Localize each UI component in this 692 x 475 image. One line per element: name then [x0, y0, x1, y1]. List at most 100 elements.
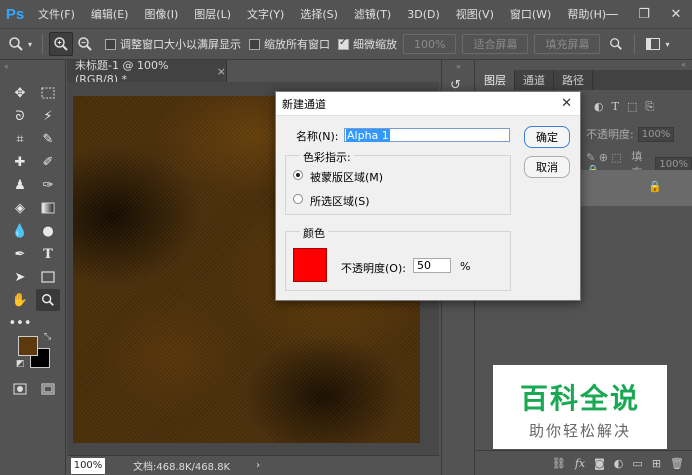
- fit-screen-button[interactable]: 适合屏幕: [462, 34, 529, 54]
- blur-tool-icon[interactable]: 💧: [8, 220, 32, 242]
- document-size-info[interactable]: 文档:468.8K/468.8K: [133, 458, 230, 473]
- menu-file[interactable]: 文件(F): [30, 6, 83, 22]
- path-selection-tool-icon[interactable]: ➤: [8, 266, 32, 288]
- filter-smart-object-icon[interactable]: ⎘: [645, 100, 654, 114]
- new-channel-dialog: 新建通道 ✕ 名称(N): Alpha 1 确定 取消 色彩指示: 被蒙版区域(…: [275, 91, 581, 301]
- menu-view[interactable]: 视图(V): [448, 6, 502, 22]
- menu-3d[interactable]: 3D(D): [399, 8, 448, 21]
- lasso-tool-icon[interactable]: ᘐ: [8, 105, 32, 127]
- resize-windows-checkbox[interactable]: [105, 38, 117, 50]
- percent-label: %: [460, 260, 471, 273]
- watermark: 百科全说 助你轻松解决: [493, 365, 667, 449]
- document-tab[interactable]: 未标题-1 @ 100%(RGB/8) * ×: [67, 59, 227, 86]
- mask-icon[interactable]: ◙: [594, 457, 605, 470]
- menu-filter[interactable]: 滤镜(T): [346, 6, 399, 22]
- filter-type-icon[interactable]: T: [612, 100, 619, 114]
- history-brush-tool-icon[interactable]: ✑: [36, 174, 60, 196]
- eraser-tool-icon[interactable]: ◈: [8, 197, 32, 219]
- search-icon[interactable]: [604, 32, 628, 56]
- collapse-icon[interactable]: «: [4, 62, 9, 71]
- dodge-tool-icon[interactable]: ●: [36, 220, 60, 242]
- rectangle-tool-icon[interactable]: [36, 266, 60, 288]
- watermark-title: 百科全说: [519, 382, 640, 415]
- zoom-tool-preset-icon[interactable]: [4, 32, 28, 56]
- menu-window[interactable]: 窗口(W): [502, 6, 559, 22]
- hand-tool-icon[interactable]: ✋: [8, 289, 32, 311]
- zoom-100-button[interactable]: 100%: [403, 34, 457, 54]
- scrubby-zoom-checkbox[interactable]: [338, 37, 350, 50]
- color-group-label: 颜色: [300, 225, 328, 241]
- menu-image[interactable]: 图像(I): [136, 6, 186, 22]
- swap-colors-icon[interactable]: ⤡: [44, 332, 51, 342]
- healing-brush-tool-icon[interactable]: ✚: [8, 151, 32, 173]
- cancel-button[interactable]: 取消: [524, 156, 570, 178]
- filter-adjustment-icon[interactable]: ◐: [594, 100, 604, 114]
- restore-button[interactable]: ❐: [628, 0, 660, 28]
- quick-mask-icon[interactable]: [8, 378, 32, 400]
- opacity-field[interactable]: 100%: [637, 126, 675, 142]
- masked-areas-radio[interactable]: [293, 170, 303, 180]
- fx-icon[interactable]: fx: [575, 457, 585, 470]
- new-layer-icon[interactable]: ⊞: [652, 457, 661, 470]
- tab-layers[interactable]: 图层: [476, 70, 515, 90]
- screen-mode-icon[interactable]: [36, 378, 60, 400]
- opacity-input[interactable]: 50: [413, 258, 451, 273]
- trash-icon[interactable]: 🗑: [670, 457, 684, 470]
- close-tab-icon[interactable]: ×: [217, 65, 226, 78]
- marquee-tool-icon[interactable]: [36, 82, 60, 104]
- status-menu-arrow-icon[interactable]: ›: [256, 460, 260, 471]
- filter-shape-icon[interactable]: ⬚: [627, 100, 637, 114]
- layer-filter-icons: ◐ T ⬚ ⎘: [594, 100, 654, 114]
- group-icon[interactable]: ▭: [632, 457, 642, 470]
- collapse-panel-icon[interactable]: «: [681, 60, 686, 69]
- tools-panel: « ✥ ᘐ ⚡ ⌗ ✎ ✚ ✐ ♟ ✑ ◈ 💧 ● ✒ T ➤ ✋ ••• ⤡ …: [0, 60, 66, 475]
- brush-tool-icon[interactable]: ✐: [36, 151, 60, 173]
- channel-color-swatch[interactable]: [293, 248, 327, 282]
- menu-type[interactable]: 文字(Y): [239, 6, 292, 22]
- close-button[interactable]: ✕: [660, 0, 692, 28]
- zoom-out-icon[interactable]: [73, 32, 97, 56]
- opacity-label: 不透明度:: [586, 128, 634, 141]
- opacity-row: 不透明度: 100%: [586, 126, 675, 142]
- move-tool-icon[interactable]: ✥: [8, 82, 32, 104]
- menu-edit[interactable]: 编辑(E): [83, 6, 137, 22]
- tab-channels[interactable]: 通道: [515, 70, 554, 90]
- default-colors-icon[interactable]: ◩: [16, 359, 25, 369]
- link-icon[interactable]: ⛓: [552, 457, 566, 470]
- adjustment-icon[interactable]: ◐: [614, 457, 624, 470]
- preset-dropdown-arrow-icon[interactable]: ▾: [28, 40, 32, 49]
- foreground-color-swatch[interactable]: [18, 336, 38, 356]
- masked-areas-label: 被蒙版区域(M): [310, 171, 384, 184]
- more-tools-icon[interactable]: •••: [8, 312, 32, 334]
- magic-wand-tool-icon[interactable]: ⚡: [36, 105, 60, 127]
- expand-panels-icon[interactable]: »: [456, 62, 461, 71]
- zoom-level-field[interactable]: 100%: [71, 457, 105, 474]
- selected-areas-label: 所选区域(S): [310, 195, 370, 208]
- menu-select[interactable]: 选择(S): [292, 6, 346, 22]
- dialog-close-icon[interactable]: ✕: [561, 96, 572, 111]
- selected-areas-radio[interactable]: [293, 194, 303, 204]
- menu-layer[interactable]: 图层(L): [186, 6, 239, 22]
- channel-name-input[interactable]: Alpha 1: [344, 128, 510, 142]
- separator: [634, 34, 636, 54]
- color-indicates-label: 色彩指示:: [300, 149, 354, 165]
- watermark-subtitle: 助你轻松解决: [528, 422, 631, 440]
- lock-icon: 🔒: [648, 180, 662, 193]
- workspace-dropdown-arrow-icon[interactable]: ▾: [665, 40, 669, 49]
- eyedropper-tool-icon[interactable]: ✎: [36, 128, 60, 150]
- type-tool-icon[interactable]: T: [36, 243, 60, 265]
- clone-stamp-tool-icon[interactable]: ♟: [8, 174, 32, 196]
- zoom-tool-icon[interactable]: [36, 289, 60, 311]
- gradient-tool-icon[interactable]: [36, 197, 60, 219]
- zoom-all-checkbox[interactable]: [249, 38, 261, 50]
- menu-bar: Ps 文件(F) 编辑(E) 图像(I) 图层(L) 文字(Y) 选择(S) 滤…: [0, 0, 692, 28]
- crop-tool-icon[interactable]: ⌗: [8, 128, 32, 150]
- minimize-button[interactable]: —: [596, 0, 628, 28]
- opacity-label: 不透明度(O):: [341, 262, 406, 275]
- ok-button[interactable]: 确定: [524, 126, 570, 148]
- tab-paths[interactable]: 路径: [554, 70, 593, 90]
- fill-screen-button[interactable]: 填充屏幕: [534, 34, 601, 54]
- zoom-in-icon[interactable]: [49, 32, 74, 56]
- workspace-icon[interactable]: [641, 32, 665, 56]
- pen-tool-icon[interactable]: ✒: [8, 243, 32, 265]
